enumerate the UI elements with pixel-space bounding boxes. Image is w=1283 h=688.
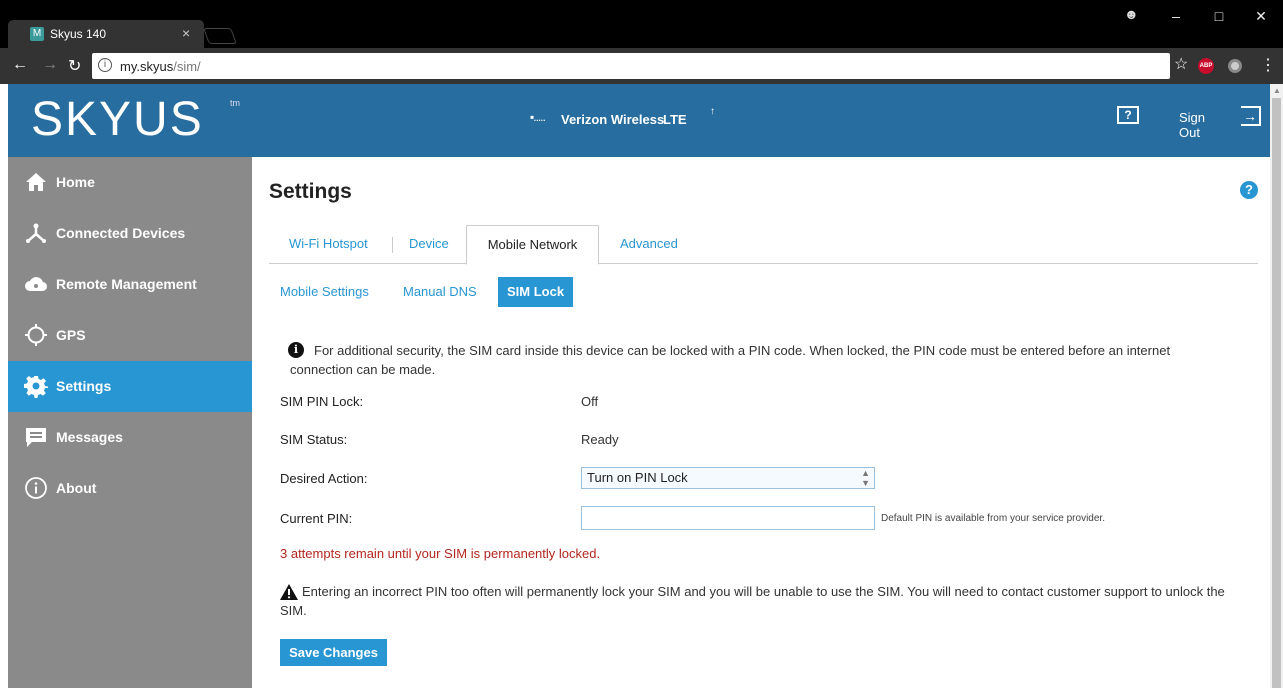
network-type: LTE [663, 112, 687, 127]
sign-out-icon: → [1241, 106, 1261, 126]
settings-tabs: Wi-Fi Hotspot Device Mobile Network Adva… [269, 225, 1258, 265]
sidebar: Home Connected Devices Remote Management… [8, 157, 252, 688]
site-info-icon[interactable]: i [98, 58, 112, 72]
page-content: SKYUS tm ▪..... Verizon Wireless LTE ↑ ?… [0, 84, 1270, 688]
close-tab-icon[interactable]: × [182, 25, 190, 41]
tab-device[interactable]: Device [409, 225, 449, 264]
cloud-icon [25, 277, 48, 292]
sidebar-item-label: Connected Devices [56, 225, 186, 241]
sidebar-item-label: Messages [56, 429, 123, 445]
help-icon[interactable]: ? [1117, 106, 1139, 124]
favicon-icon: M [30, 27, 44, 41]
sidebar-item-about[interactable]: About [8, 463, 252, 514]
current-pin-input[interactable] [581, 506, 875, 530]
tab-mobile-network[interactable]: Mobile Network [466, 225, 599, 265]
sim-pin-lock-value: Off [581, 394, 599, 409]
minimize-button[interactable]: – [1158, 2, 1194, 30]
main-panel: Settings ? Wi-Fi Hotspot Device Mobile N… [252, 157, 1270, 688]
sidebar-item-label: Remote Management [56, 276, 197, 292]
sim-status-label: SIM Status: [280, 432, 348, 447]
menu-icon[interactable]: ⋮ [1260, 55, 1276, 75]
sim-status-value: Ready [581, 432, 619, 447]
sidebar-item-home[interactable]: Home [8, 157, 252, 208]
forward-icon[interactable]: → [42, 56, 58, 74]
sidebar-item-gps[interactable]: GPS [8, 310, 252, 361]
pin-hint: Default PIN is available from your servi… [881, 513, 1105, 524]
desired-action-label: Desired Action: [280, 471, 368, 486]
home-icon [26, 173, 46, 191]
browser-toolbar: ← → ↻ i my.skyus/sim/ ☆ ABP ⋮ [0, 48, 1283, 84]
close-window-button[interactable]: ✕ [1243, 2, 1279, 30]
sidebar-item-label: GPS [56, 327, 86, 343]
carrier-name: Verizon Wireless [561, 112, 665, 127]
scroll-up-icon[interactable]: ▲ [1273, 86, 1281, 95]
browser-tab[interactable]: M Skyus 140 × [8, 20, 204, 48]
message-icon [26, 428, 46, 447]
subtab-sim-lock[interactable]: SIM Lock [498, 277, 574, 307]
desired-action-value: Turn on PIN Lock [587, 470, 688, 485]
logo: SKYUS [31, 93, 204, 146]
sim-pin-lock-label: SIM PIN Lock: [280, 394, 364, 409]
page-scrollbar[interactable]: ▲ [1270, 84, 1283, 688]
logo-trademark: tm [230, 98, 240, 108]
attempts-warning: 3 attempts remain until your SIM is perm… [280, 546, 601, 561]
help-icon[interactable]: ? [1240, 181, 1258, 199]
sidebar-item-connected-devices[interactable]: Connected Devices [8, 208, 252, 259]
mobile-network-subtabs: Mobile Settings Manual DNS SIM Lock [269, 277, 869, 307]
sidebar-item-settings[interactable]: Settings [8, 361, 252, 412]
app-header: SKYUS tm ▪..... Verizon Wireless LTE ↑ ?… [8, 84, 1270, 157]
tab-advanced[interactable]: Advanced [620, 225, 678, 264]
data-activity-icon: ↑ [710, 106, 715, 117]
subtab-manual-dns[interactable]: Manual DNS [403, 277, 477, 307]
maximize-button[interactable]: □ [1201, 2, 1237, 30]
subtab-mobile-settings[interactable]: Mobile Settings [280, 277, 369, 307]
info-circle-icon: i [288, 342, 304, 358]
signal-strength-icon: ▪..... [530, 110, 546, 124]
select-arrows-icon: ▲ ▼ [861, 468, 870, 488]
sidebar-item-remote-management[interactable]: Remote Management [8, 259, 252, 310]
gear-icon [24, 376, 48, 398]
gps-icon [25, 324, 47, 346]
desired-action-select[interactable]: Turn on PIN Lock ▲ ▼ [581, 467, 875, 489]
new-tab-button[interactable] [203, 28, 237, 44]
scroll-thumb[interactable] [1272, 98, 1281, 688]
tab-title: Skyus 140 [50, 27, 107, 41]
sidebar-item-messages[interactable]: Messages [8, 412, 252, 463]
tab-wifi-hotspot[interactable]: Wi-Fi Hotspot [289, 225, 368, 264]
user-icon[interactable]: ☻ [1124, 6, 1139, 22]
sidebar-item-label: Home [56, 174, 95, 190]
extension-icon[interactable] [1228, 59, 1242, 73]
info-icon [25, 477, 47, 499]
sidebar-item-label: About [56, 480, 97, 496]
reload-icon[interactable]: ↻ [68, 56, 81, 76]
current-pin-label: Current PIN: [280, 511, 353, 526]
info-text: For additional security, the SIM card in… [290, 343, 1171, 377]
page-title: Settings [269, 180, 352, 203]
connected-devices-icon [26, 223, 46, 243]
warning-triangle-icon [280, 584, 298, 600]
star-icon[interactable]: ☆ [1174, 54, 1188, 74]
save-changes-button[interactable]: Save Changes [280, 639, 387, 666]
sign-out-label: Sign Out [1179, 110, 1206, 140]
sidebar-item-label: Settings [56, 378, 112, 394]
browser-titlebar: M Skyus 140 × ☻ – □ ✕ [0, 0, 1283, 48]
address-bar[interactable]: i my.skyus/sim/ [92, 53, 1170, 79]
adblock-icon[interactable]: ABP [1198, 58, 1214, 74]
tab-separator [392, 237, 393, 253]
warning-text: Entering an incorrect PIN too often will… [280, 584, 1225, 618]
url-text: my.skyus/sim/ [120, 59, 201, 74]
back-icon[interactable]: ← [12, 56, 28, 74]
